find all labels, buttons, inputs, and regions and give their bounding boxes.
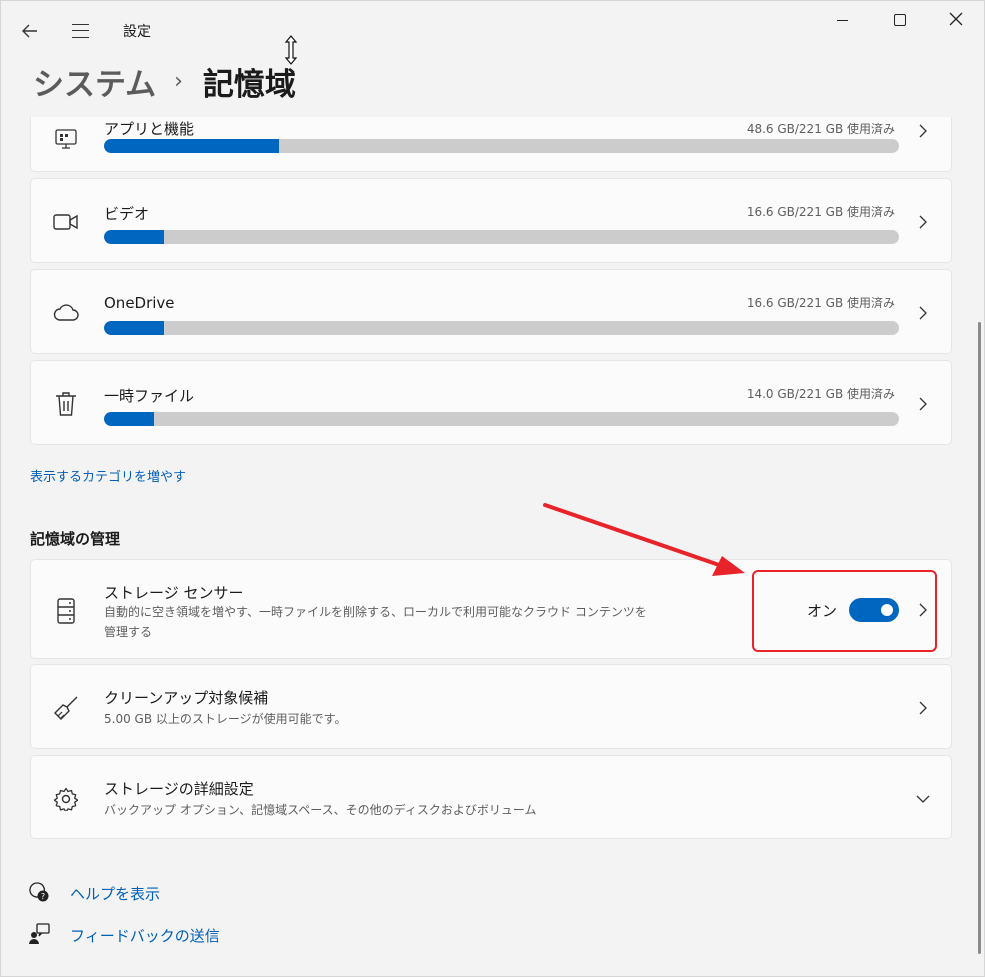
category-onedrive[interactable]: OneDrive 16.6 GB/221 GB 使用済み: [30, 269, 952, 354]
usage-bar-fill: [104, 230, 164, 244]
cleanup-description: 5.00 GB 以上のストレージが使用可能です。: [104, 712, 347, 726]
category-label: 一時ファイル: [104, 387, 195, 405]
gear-icon: [53, 786, 79, 812]
advanced-storage-settings-card[interactable]: ストレージの詳細設定 バックアップ オプション、記憶域スペース、その他のディスク…: [30, 755, 952, 839]
usage-bar-fill: [104, 139, 279, 153]
usage-bar-fill: [104, 321, 164, 335]
minimize-icon: [836, 19, 848, 21]
usage-bar-fill: [104, 412, 155, 426]
feedback-link[interactable]: フィードバックの送信: [70, 925, 220, 946]
category-label: OneDrive: [104, 294, 175, 312]
category-temp-files[interactable]: 一時ファイル 14.0 GB/221 GB 使用済み: [30, 360, 952, 445]
back-button[interactable]: [14, 18, 46, 44]
category-video[interactable]: ビデオ 16.6 GB/221 GB 使用済み: [30, 178, 952, 263]
category-usage: 48.6 GB/221 GB 使用済み: [746, 122, 895, 136]
svg-text:?: ?: [41, 892, 45, 901]
cleanup-recommendations-card[interactable]: クリーンアップ対象候補 5.00 GB 以上のストレージが使用可能です。: [30, 664, 952, 749]
category-label: ビデオ: [104, 205, 150, 223]
cloud-icon: [53, 300, 79, 326]
minimize-button[interactable]: [828, 8, 856, 32]
storage-sense-card[interactable]: ストレージ センサー 自動的に空き領域を増やす、一時ファイルを削除する、ローカル…: [30, 559, 952, 659]
help-link[interactable]: ヘルプを表示: [70, 883, 160, 904]
title-bar: 設定: [0, 0, 985, 65]
hamburger-icon: [71, 24, 89, 38]
page-title: 記憶域: [202, 66, 296, 103]
close-button[interactable]: [942, 6, 970, 32]
toggle-state-label: オン: [807, 602, 838, 620]
show-more-categories-link[interactable]: 表示するカテゴリを増やす: [30, 466, 186, 485]
breadcrumb-separator: ›: [174, 68, 183, 94]
advanced-settings-description: バックアップ オプション、記憶域スペース、その他のディスクおよびボリューム: [104, 803, 537, 817]
close-icon: [949, 12, 963, 26]
storage-sense-description-line2: 管理する: [104, 625, 153, 639]
category-usage: 16.6 GB/221 GB 使用済み: [746, 205, 895, 219]
arrow-left-icon: [22, 24, 37, 38]
apps-icon: [53, 126, 79, 152]
category-usage: 14.0 GB/221 GB 使用済み: [746, 387, 895, 401]
usage-bar: [104, 139, 899, 153]
chevron-right-icon: [917, 214, 929, 230]
vertical-scrollbar[interactable]: [978, 322, 981, 954]
content-area[interactable]: アプリと機能 48.6 GB/221 GB 使用済み ビデオ 16.6 GB/2…: [0, 117, 985, 977]
advanced-settings-label: ストレージの詳細設定: [104, 780, 254, 798]
storage-sense-label: ストレージ センサー: [104, 584, 244, 602]
storage-sense-toggle[interactable]: [849, 598, 899, 622]
toggle-knob: [881, 604, 893, 616]
chevron-right-icon: [917, 305, 929, 321]
storage-sense-description-line1: 自動的に空き領域を増やす、一時ファイルを削除する、ローカルで利用可能なクラウド …: [104, 605, 647, 619]
category-label: アプリと機能: [104, 120, 195, 138]
trash-icon: [53, 391, 79, 417]
help-icon: ?: [29, 882, 49, 902]
usage-bar: [104, 230, 899, 244]
menu-button[interactable]: [64, 18, 96, 44]
storage-drive-icon: [53, 598, 79, 624]
chevron-down-icon: [915, 791, 931, 807]
chevron-right-icon: [917, 396, 929, 412]
maximize-button[interactable]: [886, 8, 914, 32]
usage-bar: [104, 321, 899, 335]
category-usage: 16.6 GB/221 GB 使用済み: [746, 296, 895, 310]
chevron-right-icon: [917, 123, 929, 139]
category-apps[interactable]: アプリと機能 48.6 GB/221 GB 使用済み: [30, 117, 952, 172]
chevron-right-icon: [917, 602, 929, 618]
video-icon: [53, 209, 79, 235]
usage-bar: [104, 412, 899, 426]
broom-icon: [53, 695, 79, 721]
breadcrumb: システム › 記憶域: [33, 56, 296, 106]
cleanup-label: クリーンアップ対象候補: [104, 689, 269, 707]
chevron-right-icon: [917, 700, 929, 716]
maximize-icon: [894, 14, 906, 26]
breadcrumb-parent[interactable]: システム: [33, 59, 156, 104]
app-title: 設定: [123, 24, 151, 40]
section-title-storage-management: 記憶域の管理: [30, 530, 121, 548]
feedback-icon: [29, 923, 50, 944]
